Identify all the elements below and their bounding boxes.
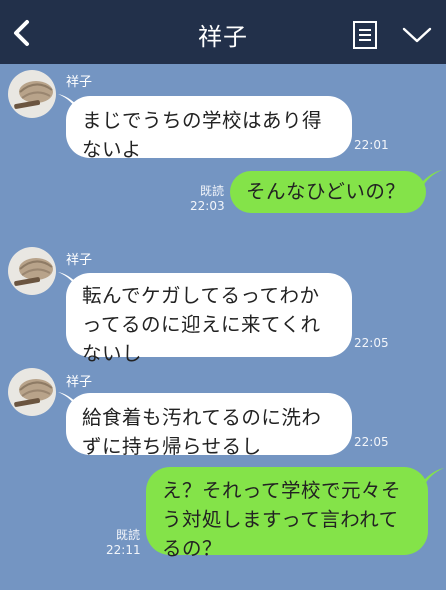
note-list-icon[interactable] [352,20,378,50]
avatar[interactable] [8,70,56,118]
chat-title: 祥子 [198,23,248,51]
message-bubble-outgoing[interactable]: え？それって学校で元々そう対処しますって言われてるの？ [146,467,428,560]
message-time: 22:11 [106,543,141,557]
message-bubble-incoming[interactable]: 転んでケガしてるってわかってるのに迎えに来てくれないし [66,273,352,365]
chevron-down-icon[interactable] [402,26,432,44]
message-time: 22:05 [354,435,389,449]
bubble-tail [422,170,442,188]
sender-name: 祥子 [66,75,93,90]
read-receipt: 既読 [115,528,140,542]
read-receipt: 既読 [199,184,224,198]
sender-name: 祥子 [66,253,93,268]
avatar[interactable] [8,368,56,416]
message-bubble-incoming[interactable]: 給食着も汚れてるのに洗わずに持ち帰らせるし [66,393,352,458]
avatar[interactable] [8,247,56,295]
message-time: 22:01 [354,138,389,152]
chat-header: 祥子 [0,0,446,64]
message-bubble-outgoing[interactable]: そんなひどいの？ [230,171,426,213]
bubble-tail [424,468,444,486]
sender-name: 祥子 [66,375,93,390]
message-bubble-incoming[interactable]: まじでうちの学校はあり得ないよ [66,96,352,161]
message-time: 22:05 [354,336,389,350]
message-time: 22:03 [190,199,225,213]
